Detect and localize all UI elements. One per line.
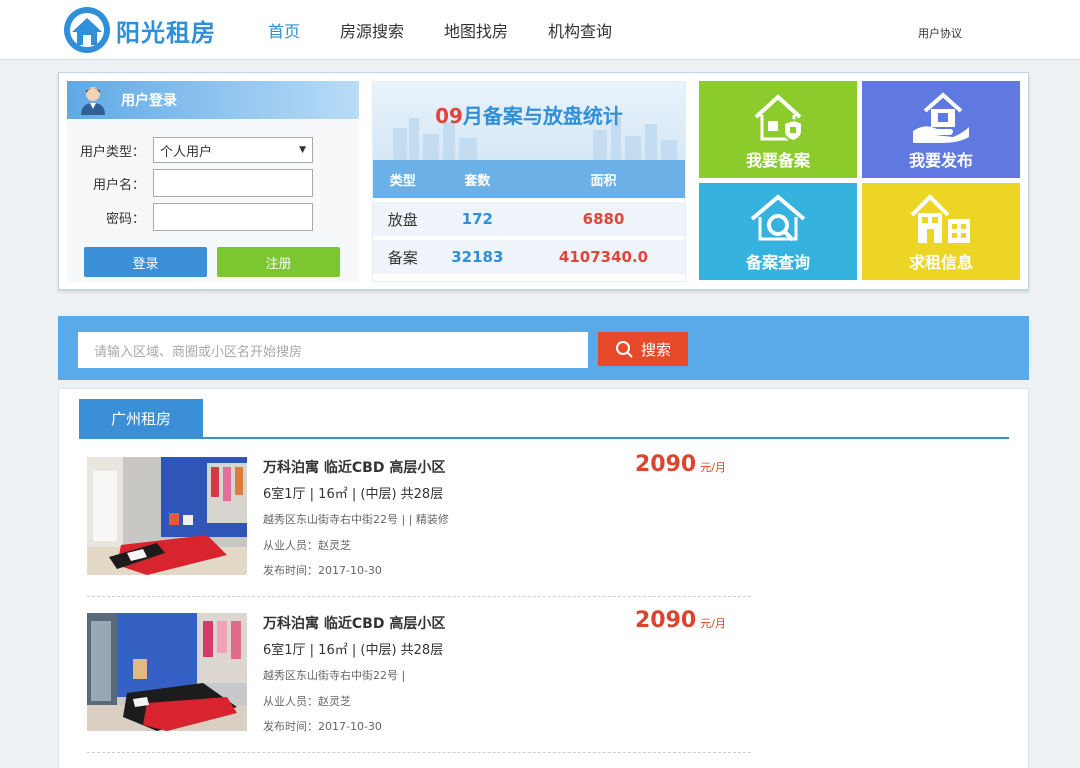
tile-publish[interactable]: 我要发布 [862,81,1020,178]
register-button[interactable]: 注册 [217,247,340,277]
user-avatar-icon [81,87,105,115]
stats-header-row: 类型 套数 面积 [373,160,685,198]
listing-photo[interactable] [87,613,247,731]
listing-title[interactable]: 万科泊寓 临近CBD 高层小区 [263,613,445,633]
tile-rent-request[interactable]: 求租信息 [862,183,1020,280]
hand-house-icon [913,92,969,143]
row-count: 32183 [451,248,504,266]
header-type: 类型 [389,173,416,189]
user-type-label: 用户类型： [79,144,145,160]
search-button[interactable]: 搜索 [598,332,688,366]
price-value: 2090 [635,452,697,477]
username-label: 用户名： [92,177,145,193]
stats-title-text: 月备案与放盘统计 [462,104,623,128]
password-input[interactable] [153,203,313,231]
price-unit: 元/月 [700,617,726,630]
house-search-icon [750,194,806,242]
dropdown-arrow-icon: ▼ [299,145,306,155]
password-row: 密码： [67,203,313,231]
tile-label: 求租信息 [908,253,973,272]
stats-row-listed: 放盘 172 6880 [373,198,685,236]
search-icon [615,341,633,358]
username-input[interactable] [153,169,313,197]
user-agreement-link[interactable]: 用户协议 [918,25,962,41]
tab-guangzhou-rent[interactable]: 广州租房 [79,399,203,437]
nav-map-search[interactable]: 地图找房 [444,18,508,42]
bedroom-photo-icon [87,613,247,731]
search-button-label: 搜索 [640,340,671,359]
user-type-select[interactable]: 个人用户 ▼ [153,137,313,163]
user-type-row: 用户类型： 个人用户 ▼ [67,137,313,163]
price-value: 2090 [635,608,697,633]
list-item: 万科泊寓 临近CBD 高层小区 6室1厅 | 16㎡ | (中层) 共28层 越… [87,452,751,597]
tab-underline [79,437,1009,439]
list-item: 万科泊寓 临近CBD 高层小区 6室1厅 | 16㎡ | (中层) 共28层 越… [87,608,751,753]
login-header: 用户登录 [67,81,359,119]
tile-label: 我要发布 [908,151,973,170]
top-header: 阳光租房 首页 房源搜索 地图找房 机构查询 用户协议 [0,0,1080,60]
price-unit: 元/月 [700,461,726,474]
top-panel: 用户登录 用户类型： 个人用户 ▼ 用户名： 密码： 登录 注册 09月备案与放… [58,72,1029,290]
username-row: 用户名： [67,169,313,197]
search-input[interactable]: 请输入区域、商圈或小区名开始搜房 [78,332,588,368]
logo-text: 阳光租房 [116,18,216,47]
stats-table: 09月备案与放盘统计 类型 套数 面积 放盘 172 6880 备案 32183… [372,81,686,282]
login-box: 用户登录 用户类型： 个人用户 ▼ 用户名： 密码： 登录 注册 [67,81,359,282]
row-type: 放盘 [387,210,418,229]
listing-agent: 从业人员：赵灵芝 [263,695,351,708]
listing-agent: 从业人员：赵灵芝 [263,539,351,552]
login-title: 用户登录 [121,93,177,109]
tile-record-query[interactable]: 备案查询 [699,183,857,280]
house-shield-icon [754,94,803,143]
nav-home[interactable]: 首页 [268,18,300,42]
header-count: 套数 [464,173,491,189]
listing-title[interactable]: 万科泊寓 临近CBD 高层小区 [263,457,445,477]
listing-address: 越秀区东山街寺右中街22号 | | 精装修 [263,513,449,526]
main-nav: 首页 房源搜索 地图找房 机构查询 [268,0,652,60]
row-count: 172 [461,210,493,228]
password-label: 密码： [105,211,145,227]
tile-file-record[interactable]: 我要备案 [699,81,857,178]
listing-price: 2090 元/月 [635,452,726,477]
row-type: 备案 [387,248,418,267]
listing-date: 发布时间：2017-10-30 [263,564,382,577]
bedroom-photo-icon [87,457,247,575]
header-area: 面积 [590,173,617,189]
site-logo[interactable]: 阳光租房 [62,5,216,55]
house-logo-icon [64,7,110,53]
buildings-icon [910,194,970,243]
listing-address: 越秀区东山街寺右中街22号 | [263,669,406,682]
row-area: 4107340.0 [558,248,649,266]
row-area: 6880 [582,210,625,228]
stats-row-filed: 备案 32183 4107340.0 [373,236,685,274]
nav-agency-query[interactable]: 机构查询 [548,18,612,42]
tile-label: 我要备案 [745,151,810,170]
listing-spec: 6室1厅 | 16㎡ | (中层) 共28层 [263,487,444,502]
nav-property-search[interactable]: 房源搜索 [340,18,404,42]
stats-banner: 09月备案与放盘统计 [373,82,685,160]
tile-label: 备案查询 [745,253,810,272]
search-bar: 请输入区域、商圈或小区名开始搜房 搜索 [58,316,1029,380]
listing-spec: 6室1厅 | 16㎡ | (中层) 共28层 [263,643,444,658]
listing-date: 发布时间：2017-10-30 [263,720,382,733]
listing-photo[interactable] [87,457,247,575]
stats-month: 09 [435,104,463,128]
listing-price: 2090 元/月 [635,608,726,633]
stats-title: 09月备案与放盘统计 [373,100,685,129]
listing-panel: 广州租房 万科泊寓 临近CBD 高层小区 6室1厅 | 16㎡ | (中层) 共… [58,388,1029,768]
login-button[interactable]: 登录 [84,247,207,277]
user-type-value: 个人用户 [160,144,213,160]
